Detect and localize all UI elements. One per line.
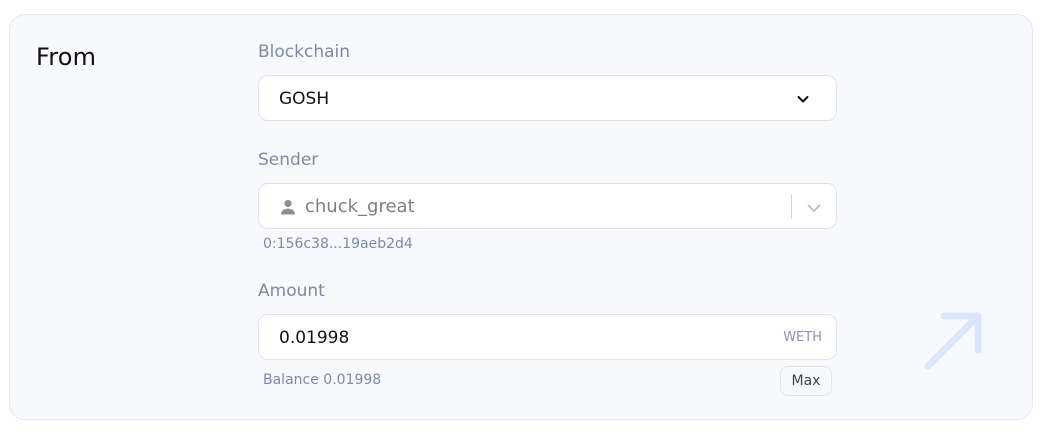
balance-text: Balance 0.01998 [263,372,382,388]
sender-value: chuck_great [305,196,415,217]
sender-select[interactable]: chuck_great [258,183,837,229]
section-title: From [36,43,97,71]
chevron-down-icon [797,96,809,103]
blockchain-label: Blockchain [258,42,351,62]
select-divider [791,194,792,219]
user-icon [281,199,295,215]
sender-label: Sender [258,150,319,170]
amount-input[interactable]: 0.01998 WETH [258,314,837,360]
amount-unit: WETH [783,330,822,345]
sender-address: 0:156c38...19aeb2d4 [263,236,413,252]
max-button[interactable]: Max [780,366,832,396]
blockchain-select[interactable]: GOSH [258,75,837,121]
chevron-down-icon[interactable] [805,199,823,217]
arrow-up-right-icon [924,312,982,370]
amount-value[interactable]: 0.01998 [279,328,349,348]
blockchain-selected-value: GOSH [279,89,330,109]
from-card: From Blockchain GOSH Sender chuck_great … [9,14,1033,420]
amount-label: Amount [258,281,325,301]
